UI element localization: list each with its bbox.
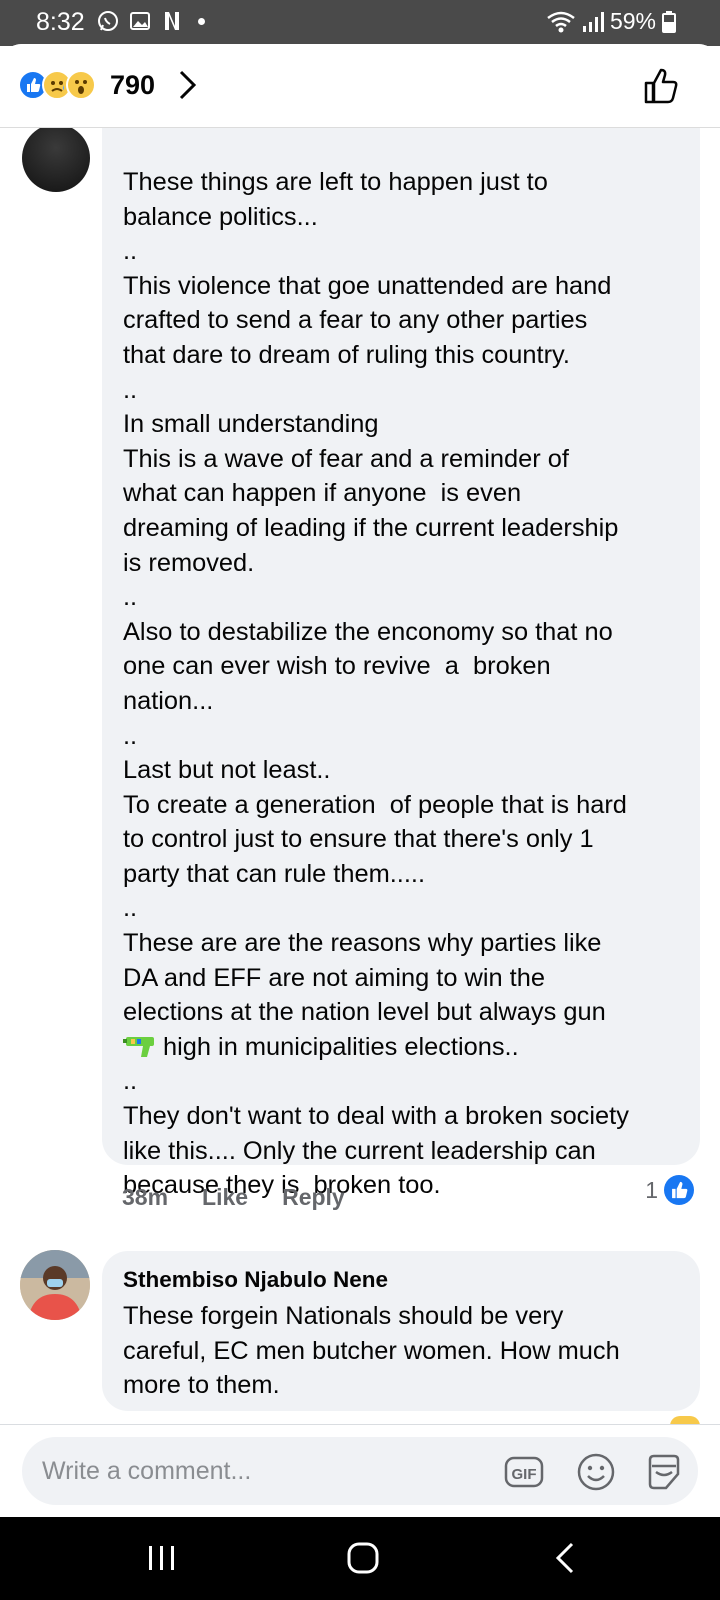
composer-bar: Write a comment... GIF (0, 1424, 720, 1517)
status-notification-icons (96, 9, 205, 33)
battery-percent: 59% (609, 8, 656, 34)
more-notifications-dot (198, 17, 205, 25)
commenter-avatar[interactable] (22, 124, 90, 192)
reaction-icons (18, 70, 96, 100)
comment-like-number: 1 (645, 1176, 658, 1203)
emoji-button[interactable] (576, 1452, 616, 1492)
comment-input[interactable]: Write a comment... GIF (22, 1437, 698, 1505)
gallery-icon (130, 12, 150, 30)
commenter-avatar[interactable] (20, 1250, 90, 1320)
battery-icon (662, 10, 676, 33)
wow-reaction-icon (66, 70, 96, 100)
comment-text: These forgein Nationals should be very c… (123, 1302, 620, 1400)
like-badge-icon (664, 1175, 694, 1205)
comment-bubble[interactable]: These things are left to happen just to … (102, 104, 700, 1199)
gif-label: GIF (512, 1466, 537, 1483)
netflix-icon (165, 12, 179, 30)
comment-text: These things are left to happen just to … (123, 165, 683, 1203)
chevron-right-icon[interactable] (176, 68, 200, 102)
comment-reply-button[interactable]: Reply (282, 1184, 345, 1211)
comment-bubble[interactable]: Sthembiso Njabulo Nene These forgein Nat… (102, 1251, 700, 1411)
gif-button[interactable]: GIF (504, 1452, 544, 1492)
whatsapp-icon (98, 11, 118, 31)
status-bar: 8:32 59% (0, 0, 720, 46)
comment-author[interactable]: Sthembiso Njabulo Nene (123, 1267, 388, 1293)
comment-input-placeholder: Write a comment... (42, 1457, 252, 1485)
comment-like-button[interactable]: Like (202, 1184, 248, 1211)
home-button[interactable] (346, 1541, 380, 1575)
status-system-icons: 59% (546, 8, 676, 35)
reactions-header[interactable]: 790 (0, 44, 720, 128)
comment-actions: 38m Like Reply (122, 1184, 345, 1211)
comment-text-part: These things are left to happen just to … (123, 168, 627, 1027)
water-pistol-emoji (123, 1036, 154, 1057)
reaction-count: 790 (110, 70, 156, 100)
system-navigation-bar (0, 1517, 720, 1600)
like-post-button[interactable] (642, 66, 682, 106)
sticker-button[interactable] (644, 1452, 684, 1492)
status-time: 8:32 (36, 8, 85, 36)
wifi-icon (547, 11, 575, 32)
back-button[interactable] (553, 1541, 577, 1575)
comment-timestamp[interactable]: 38m (122, 1184, 168, 1211)
comments-sheet: 790 These things are left to happen just… (0, 44, 720, 1517)
recent-apps-button[interactable] (147, 1544, 177, 1572)
comment-text-part: high in municipalities elections.. .. Th… (123, 1032, 629, 1200)
signal-icon (582, 11, 604, 32)
comment-like-count[interactable]: 1 (645, 1175, 694, 1205)
